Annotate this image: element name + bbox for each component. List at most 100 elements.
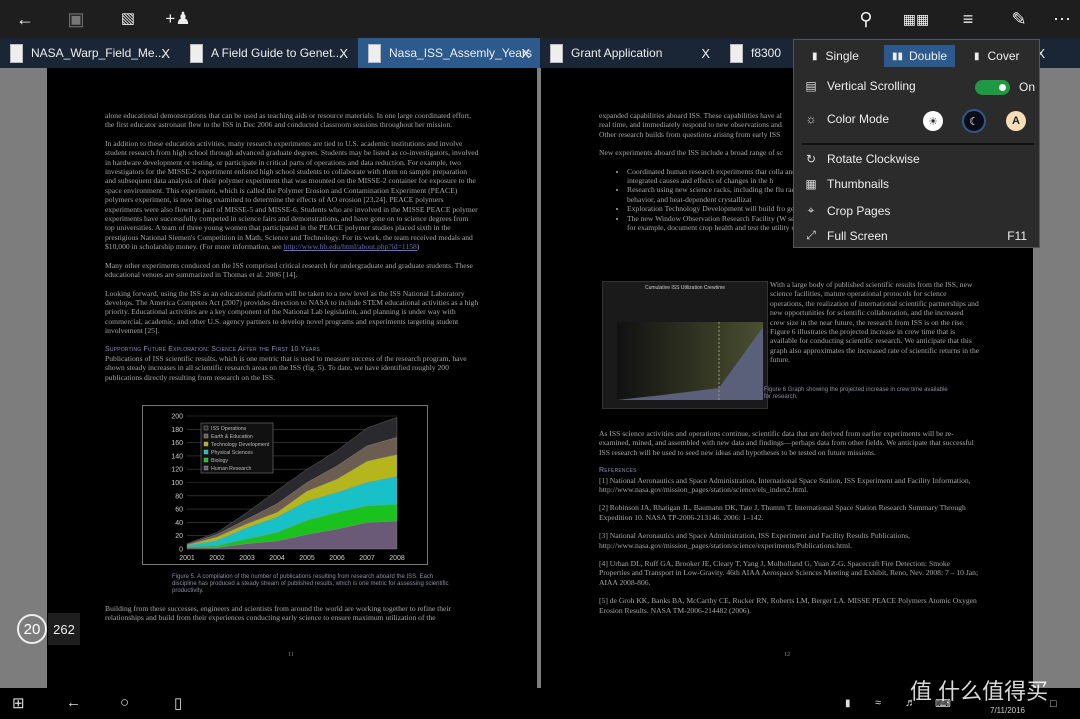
save-icon[interactable]: ▣ (62, 6, 90, 32)
paragraph: As ISS science activities and operations… (599, 429, 974, 457)
legend-swatch (203, 425, 209, 431)
figure-6-caption: Figure 6 Graph showing the projected inc… (764, 387, 948, 400)
search-icon[interactable]: ⚲ (852, 6, 880, 32)
reference-item: [1] National Aeronautics and Space Admin… (599, 475, 971, 495)
legend-label: Human Research (211, 466, 251, 472)
crop-icon: ⌖ (807, 203, 815, 217)
add-user-icon[interactable]: +♟ (164, 6, 192, 32)
shortcut-label: F11 (1007, 228, 1027, 243)
legend-swatch (203, 457, 209, 463)
legend-swatch (203, 465, 209, 471)
expand-icon: ⤢ (806, 228, 816, 242)
page-number: 11 (288, 652, 294, 658)
close-tab-button[interactable]: X (161, 46, 170, 61)
more-icon[interactable]: ⋯ (1048, 6, 1076, 32)
legend-label: Biology (211, 458, 228, 464)
notifications-icon[interactable]: □ (1050, 698, 1057, 710)
option-label: Cover (987, 49, 1020, 63)
sun-icon: ☀ (928, 115, 938, 128)
reference-item: [3] National Aeronautics and Space Admin… (599, 531, 911, 550)
paragraph: Looking forward, using the ISS as an edu… (105, 288, 479, 336)
y-tick-label: 60 (175, 507, 183, 514)
legend-label: Physical Sciences (211, 450, 253, 456)
paragraph: Many other experiments conduced on the I… (105, 260, 473, 280)
paragraph-text: In addition to these education activitie… (105, 138, 479, 252)
double-page-option[interactable]: ▮▮ Double (884, 45, 956, 67)
paragraph: alone educational demonstrations that ca… (105, 111, 471, 130)
paragraph: Publications of ISS scientific results, … (105, 353, 467, 382)
back-icon[interactable]: ← (66, 694, 81, 711)
task-view-icon[interactable]: ▯ (174, 694, 182, 712)
page-number: 12 (784, 652, 790, 658)
clock-date[interactable]: 7/11/2016 (990, 706, 1025, 715)
close-tab-button[interactable]: X (339, 46, 348, 61)
thumbnails-item[interactable]: ▦ Thumbnails (802, 177, 889, 191)
hb-edu-link[interactable]: http://www.hb.edu/html/about.php?id=1158 (284, 242, 417, 251)
y-tick-label: 140 (171, 453, 183, 460)
pdf-page-left[interactable]: alone educational demonstrations that ca… (47, 68, 537, 688)
x-tick-label: 2005 (299, 555, 315, 562)
tab-label: Nasa_ISS_Assemly_Years (389, 46, 532, 60)
moon-icon: ☾ (969, 115, 979, 128)
full-screen-item[interactable]: ⤢ Full Screen F11 (802, 228, 1027, 243)
view-options-menu: ▮ Single ▮▮ Double ▮ Cover ▤ Vertical Scroll… (793, 39, 1040, 248)
tab-nasa-iss[interactable]: Nasa_ISS_Assemly_Years X (358, 38, 540, 68)
legend-swatch (203, 449, 209, 455)
vertical-scrolling-toggle[interactable] (975, 80, 1010, 95)
pen-icon[interactable]: ✎ (1005, 6, 1033, 32)
rotate-clockwise-item[interactable]: ↻ Rotate Clockwise (802, 152, 920, 166)
crop-pages-item[interactable]: ⌖ Crop Pages (802, 203, 891, 218)
save-download-icon[interactable]: ▧ (114, 6, 142, 32)
document-thumbnail-icon (10, 43, 23, 63)
publications-chart: 0 20 40 60 80 100 120 140 160 180 200 2001 2002 2003 2… (171, 414, 405, 563)
tab-label: f8300 (751, 46, 782, 60)
legend-swatch (203, 441, 209, 447)
y-tick-label: 0 (179, 547, 183, 554)
y-tick-label: 200 (171, 414, 183, 421)
tab-label: Grant Application (571, 46, 663, 60)
y-tick-label: 160 (171, 440, 183, 447)
cover-option[interactable]: ▮ Cover (966, 45, 1028, 67)
back-arrow-icon[interactable]: ← (11, 6, 39, 32)
tab-field-guide[interactable]: A Field Guide to Genet... X (180, 38, 358, 68)
document-thumbnail-icon (730, 43, 743, 63)
option-label: Color Mode (827, 112, 890, 126)
tab-nasa-warp[interactable]: NASA_Warp_Field_Me... X (0, 38, 180, 68)
x-tick-label: 2008 (389, 555, 405, 562)
paragraph-end: ) (416, 242, 420, 252)
document-thumbnail-icon (368, 43, 381, 63)
windows-start-icon[interactable]: ⊞ (12, 694, 25, 712)
single-page-option[interactable]: ▮ Single (804, 45, 867, 67)
paragraph: In addition to these education activitie… (105, 139, 479, 252)
figure-5-caption: Figure 5. A compilation of the number of… (172, 574, 449, 594)
grid-icon: ▦ (805, 177, 817, 191)
rotate-icon: ↻ (805, 152, 817, 166)
reference-item: [2] Robinson JA, Rhatigan JL, Baumann DK… (599, 503, 966, 522)
current-page: 20 (17, 614, 47, 644)
cortana-circle-icon[interactable]: ○ (120, 694, 129, 711)
tab-label: A Field Guide to Genet... (211, 46, 343, 60)
menu-item-label: Rotate Clockwise (827, 152, 920, 166)
y-tick-label: 100 (171, 480, 183, 487)
watermark-logo: 值 什么值得买 (910, 679, 1049, 704)
y-tick-label: 180 (171, 427, 183, 434)
page-indicator[interactable]: 20 262 (17, 613, 80, 645)
close-tab-button[interactable]: X (701, 46, 710, 61)
app-toolbar: ← ▣ ▧ +♟ ⚲ ▦▦ ≡ ✎ ⋯ (0, 0, 1080, 38)
toggle-state: On (1019, 80, 1036, 94)
palette-icon: ☼ (805, 112, 817, 126)
section-heading: Supporting Future Exploration: Science A… (105, 345, 320, 353)
sepia-mode-button[interactable]: A (1006, 111, 1026, 131)
y-tick-label: 120 (171, 467, 183, 474)
option-label: Double (909, 49, 948, 63)
layout-icon[interactable]: ▦▦ (902, 6, 930, 32)
menu-item-label: Full Screen (827, 228, 888, 243)
option-label: Vertical Scrolling (827, 79, 916, 93)
light-mode-button[interactable]: ☀ (923, 111, 943, 131)
close-tab-button[interactable]: X (521, 46, 530, 61)
list-icon[interactable]: ≡ (954, 6, 982, 32)
dark-mode-button[interactable]: ☾ (964, 111, 984, 131)
wifi-icon[interactable]: ≈ (875, 697, 881, 709)
battery-icon[interactable]: ▮ (845, 698, 851, 709)
tab-grant-application[interactable]: Grant Application X (540, 38, 720, 68)
